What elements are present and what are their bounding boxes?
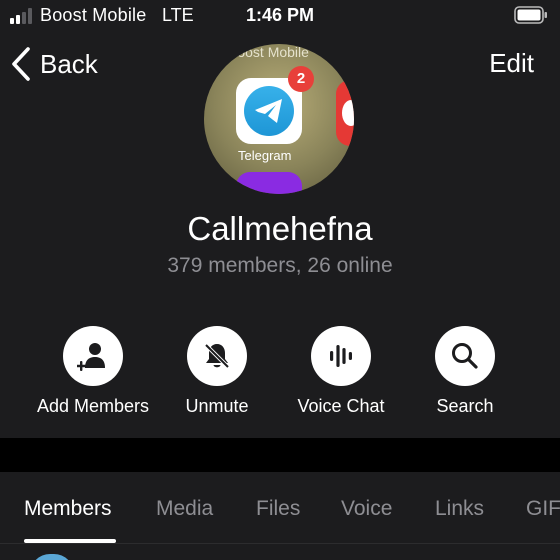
edit-button[interactable]: Edit	[489, 48, 534, 79]
search-circle	[435, 326, 495, 386]
back-label: Back	[40, 48, 98, 79]
group-member-count: 379 members, 26 online	[167, 254, 393, 277]
chevron-left-icon	[12, 47, 30, 81]
group-info-screen: Boost Mobile LTE 1:46 PM Back Edit Boost…	[0, 0, 560, 560]
search-button[interactable]: Search	[403, 326, 527, 417]
voice-chat-circle	[311, 326, 371, 386]
unmute-circle	[187, 326, 247, 386]
voice-chat-label: Voice Chat	[297, 396, 385, 416]
group-avatar[interactable]: Boost Mobile 2 Telegram	[204, 44, 354, 194]
battery-icon	[514, 6, 547, 24]
unmute-button[interactable]: Unmute	[155, 326, 279, 417]
group-name: Callmehefna	[187, 210, 373, 247]
telegram-logo	[244, 86, 294, 136]
add-members-circle	[63, 326, 123, 386]
red-app-icon	[336, 80, 354, 146]
add-member-icon	[77, 343, 105, 371]
tab-voice[interactable]: Voice	[341, 497, 392, 521]
search-label: Search	[436, 396, 494, 416]
member-avatar-peek[interactable]	[30, 554, 74, 560]
tab-media[interactable]: Media	[156, 497, 213, 521]
purple-app-icon	[236, 172, 302, 194]
voice-wave-icon	[330, 345, 352, 367]
add-members-label: Add Members	[36, 396, 150, 416]
voice-chat-button[interactable]: Voice Chat	[279, 326, 403, 417]
notification-badge: 2	[288, 66, 314, 92]
section-separator	[0, 438, 560, 472]
avatar-carrier-text: Boost Mobile	[228, 44, 309, 60]
tab-gif[interactable]: GIF	[526, 497, 560, 521]
tab-links[interactable]: Links	[435, 497, 484, 521]
status-time: 1:46 PM	[245, 5, 315, 25]
telegram-app-label: Telegram	[238, 148, 292, 163]
status-bar: Boost Mobile LTE 1:46 PM	[0, 0, 560, 32]
search-icon	[452, 343, 478, 369]
action-row: Add Members Unmute Voice Chat Search	[0, 326, 560, 421]
paper-plane-icon	[255, 99, 282, 123]
bell-muted-icon	[204, 343, 230, 369]
add-members-button[interactable]: Add Members	[31, 326, 155, 417]
tab-files[interactable]: Files	[256, 497, 300, 521]
tab-members[interactable]: Members	[24, 497, 112, 521]
back-button[interactable]: Back	[10, 44, 98, 84]
unmute-label: Unmute	[185, 396, 249, 416]
media-tabs: Members Media Files Voice Links GIF	[0, 472, 560, 560]
tabs-divider	[0, 543, 560, 544]
